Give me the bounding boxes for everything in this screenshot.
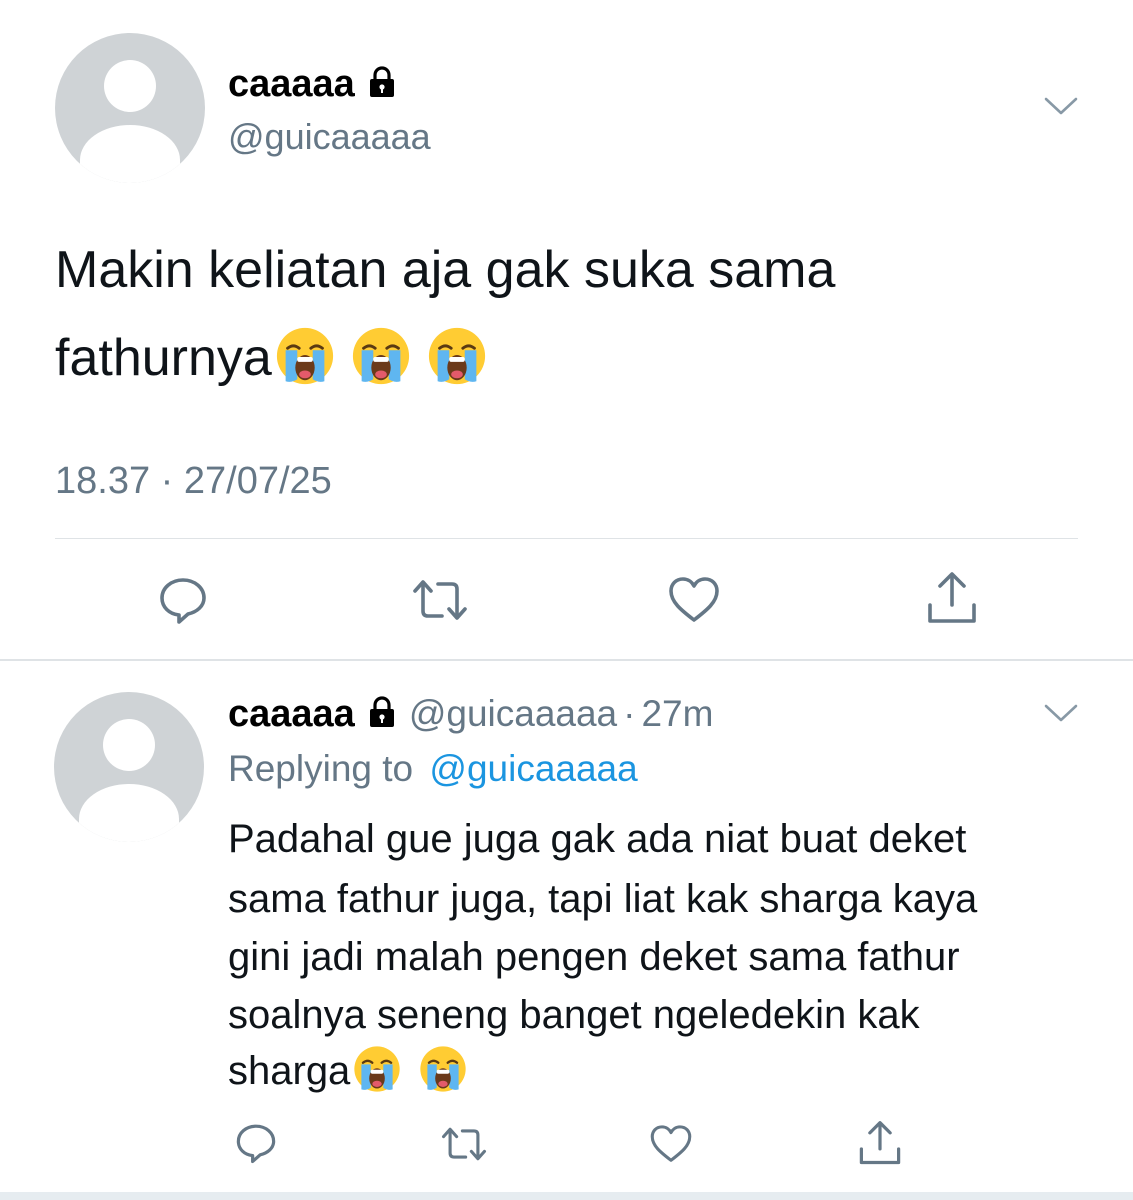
display-name[interactable]: caaaaa [228, 63, 355, 106]
reply-time[interactable]: 27m [641, 693, 713, 735]
share-icon[interactable] [858, 1120, 902, 1166]
section-divider [0, 659, 1133, 661]
handle[interactable]: @guicaaaaa [228, 116, 431, 158]
loudly-crying-face-emoji [350, 325, 412, 392]
heart-icon[interactable] [649, 1124, 693, 1164]
time-separator: · [623, 693, 636, 734]
tweet-text-line-2: fathurnya [55, 329, 272, 387]
loudly-crying-face-emoji [352, 1044, 402, 1099]
retweet-icon[interactable] [411, 578, 469, 622]
loudly-crying-face-emoji [426, 325, 488, 392]
bottom-border [0, 1192, 1133, 1200]
avatar[interactable] [55, 33, 205, 183]
heart-icon[interactable] [667, 576, 721, 624]
chevron-down-icon[interactable] [1043, 702, 1079, 729]
loudly-crying-face-emoji [274, 325, 336, 392]
reply-text-line-5: sharga [228, 1049, 351, 1093]
reply-text-line-4: soalnya seneng banget ngeledekin kak [228, 993, 920, 1037]
replying-to-label: Replying to [228, 748, 414, 789]
tweet-text-line-1: Makin keliatan aja gak suka sama [55, 241, 836, 299]
chevron-down-icon[interactable] [1043, 95, 1079, 122]
lock-icon [367, 65, 397, 103]
handle[interactable]: @guicaaaaa [409, 693, 617, 735]
avatar[interactable] [54, 692, 204, 842]
tweet-timestamp[interactable]: 18.37 · 27/07/25 [55, 460, 332, 503]
reply-text-line-3: gini jadi malah pengen deket sama fathur [228, 935, 960, 979]
reply-text-line-2: sama fathur juga, tapi liat kak sharga k… [228, 877, 978, 921]
display-name[interactable]: caaaaa [228, 693, 355, 736]
reply-icon[interactable] [235, 1122, 277, 1164]
share-icon[interactable] [926, 571, 978, 625]
replying-to-handle[interactable]: @guicaaaaa [429, 748, 637, 789]
loudly-crying-face-emoji [418, 1044, 468, 1099]
divider [55, 538, 1078, 539]
retweet-icon[interactable] [440, 1126, 488, 1162]
reply-text-line-1: Padahal gue juga gak ada niat buat deket [228, 817, 967, 861]
lock-icon [367, 695, 397, 733]
reply-icon[interactable] [158, 575, 208, 625]
